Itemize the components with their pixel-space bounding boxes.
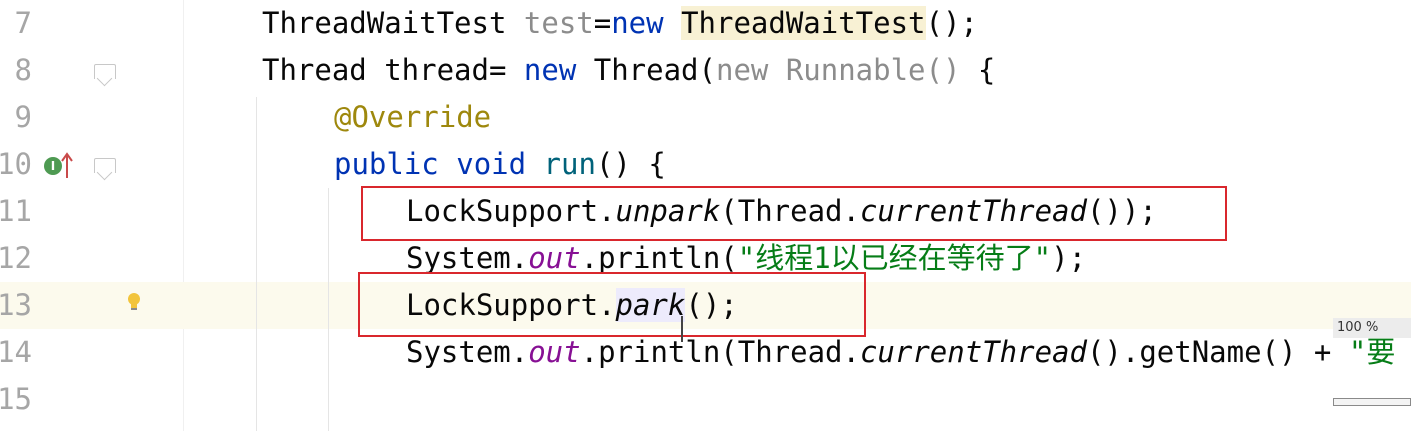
- code-token: ().getName() +: [1086, 335, 1349, 369]
- code-token: Thread(: [576, 53, 716, 87]
- code-text[interactable]: Thread thread= new Thread(new Runnable()…: [262, 47, 995, 94]
- code-line[interactable]: 10 public void run() {: [0, 141, 1411, 188]
- override-arrow-icon[interactable]: [60, 150, 74, 180]
- code-token: run: [543, 147, 596, 181]
- code-text[interactable]: ThreadWaitTest test=new ThreadWaitTest()…: [262, 0, 978, 47]
- code-token: out: [528, 335, 581, 369]
- code-token: System.: [406, 335, 529, 369]
- text-caret: [681, 316, 683, 342]
- zoom-slider[interactable]: [1333, 398, 1411, 406]
- annotation-box: [358, 272, 866, 337]
- line-number: 9: [14, 100, 32, 134]
- annotation-box: [361, 186, 1227, 241]
- code-token: .println(: [580, 241, 738, 275]
- code-token: out: [528, 241, 581, 275]
- line-number: 11: [0, 194, 32, 228]
- code-line[interactable]: 9 @Override: [0, 94, 1411, 141]
- code-token: "要: [1348, 335, 1396, 369]
- code-token: new: [611, 6, 664, 40]
- code-token: void: [456, 147, 527, 181]
- zoom-level-badge: 100 %: [1333, 318, 1411, 338]
- code-token: {: [960, 53, 996, 87]
- code-token: ();: [925, 6, 978, 40]
- line-number: 10: [0, 147, 32, 181]
- code-text[interactable]: public void run() {: [334, 141, 666, 188]
- code-token: new: [523, 53, 577, 87]
- line-number: 7: [14, 6, 32, 40]
- code-line[interactable]: 15: [0, 376, 1411, 423]
- code-token: () {: [595, 147, 666, 181]
- line-number: 13: [0, 288, 32, 322]
- line-number: 8: [14, 53, 32, 87]
- code-text[interactable]: @Override: [334, 94, 491, 141]
- indent-guide: [328, 188, 329, 431]
- code-token: "线程1以已经在等待了": [737, 241, 1052, 275]
- code-token: System.: [406, 241, 529, 275]
- code-token: );: [1051, 241, 1087, 275]
- line-number: 14: [0, 335, 32, 369]
- line-number: 12: [0, 241, 32, 275]
- code-token: .println(Thread.: [580, 335, 860, 369]
- code-token: new Runnable(): [715, 53, 961, 87]
- code-token: currentThread: [859, 335, 1087, 369]
- code-token: @Override: [334, 100, 492, 134]
- code-token: public: [334, 147, 439, 181]
- code-line[interactable]: 7 ThreadWaitTest test=new ThreadWaitTest(…: [0, 0, 1411, 47]
- line-number: 15: [0, 382, 32, 416]
- code-line[interactable]: 8 Thread thread= new Thread(new Runnable(…: [0, 47, 1411, 94]
- code-token: ThreadWaitTest: [681, 6, 926, 40]
- code-token: ThreadWaitTest: [262, 6, 524, 40]
- intention-bulb-icon[interactable]: [126, 292, 142, 312]
- code-token: test: [523, 6, 594, 40]
- code-token: =: [593, 6, 612, 40]
- fold-marker-icon[interactable]: [94, 158, 116, 173]
- indent-guide: [256, 97, 257, 431]
- code-token: Thread thread=: [262, 53, 524, 87]
- fold-marker-icon[interactable]: [94, 64, 116, 79]
